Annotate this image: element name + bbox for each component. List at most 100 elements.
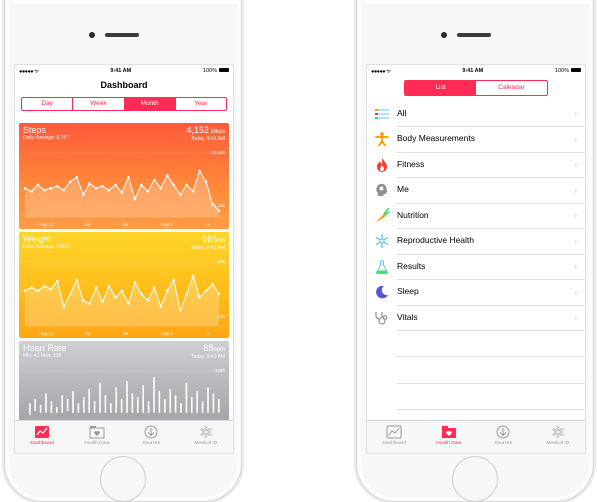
phone-right: ●●●●● ᯤ 9:41 AM 100% List Calendar All ›…	[356, 0, 594, 502]
weight-card[interactable]: Weight Daily Average: 166.5 165lbs Today…	[19, 232, 229, 338]
flask-icon	[375, 260, 389, 274]
heart-rate-range-bar	[180, 403, 182, 413]
list-item-reproductive-health[interactable]: Reproductive Health ›	[367, 229, 585, 255]
list-item-fitness[interactable]: Fitness ›	[367, 152, 585, 178]
health-data-screen: ●●●●● ᯤ 9:41 AM 100% List Calendar All ›…	[366, 64, 586, 454]
weight-last-label: 165	[217, 314, 225, 319]
page-title: Dashboard	[100, 80, 148, 90]
segment-year[interactable]: Year	[176, 98, 226, 110]
heart-rate-range-bar	[207, 387, 209, 413]
steps-point	[140, 183, 143, 187]
steps-point	[127, 176, 130, 179]
weight-point	[56, 279, 59, 283]
heart-rate-range-bar	[137, 397, 139, 413]
steps-point	[198, 169, 201, 173]
tab-health-data[interactable]: Health Data	[422, 421, 477, 453]
list-item-vitals[interactable]: Vitals ›	[367, 305, 585, 331]
steps-point	[191, 190, 195, 193]
tab-health-data[interactable]: Health Data	[70, 421, 125, 453]
weight-point	[140, 292, 143, 296]
dashboard-chart-icon	[35, 426, 50, 438]
sources-download-icon	[496, 425, 510, 439]
steps-point	[185, 183, 188, 187]
weight-point	[75, 278, 79, 282]
chevron-right-icon: ›	[574, 211, 577, 220]
steps-point	[114, 183, 117, 187]
tab-dashboard[interactable]: Dashboard	[367, 421, 422, 453]
steps-point	[88, 182, 91, 186]
list-item-label: Results	[397, 254, 585, 280]
segment-list[interactable]: List	[405, 81, 476, 95]
tab-medical-id[interactable]: Medical ID	[531, 421, 586, 453]
heart-rate-range-bar	[218, 399, 220, 413]
list-item-me[interactable]: Me ›	[367, 178, 585, 204]
heart-rate-range-bar	[77, 403, 80, 413]
stethoscope-icon	[375, 311, 388, 325]
heart-rate-timestamp: Today, 9:41 AM	[190, 354, 225, 360]
heart-rate-range-bar	[174, 395, 177, 413]
steps-last-label: 4,152	[213, 203, 225, 208]
status-bar: ●●●●● ᯤ 9:41 AM 100%	[15, 65, 233, 76]
earpiece-speaker	[105, 33, 139, 37]
battery-indicator: 100%	[203, 68, 229, 74]
heart-rate-range-bar	[201, 401, 204, 413]
status-time: 9:41 AM	[462, 67, 484, 74]
steps-point	[68, 180, 72, 184]
weight-point	[81, 299, 85, 302]
home-button[interactable]	[452, 456, 498, 502]
home-button[interactable]	[100, 456, 146, 502]
list-item-sleep[interactable]: Sleep ›	[367, 280, 585, 306]
weight-point	[127, 302, 130, 305]
list-item-label: Vitals	[397, 305, 585, 331]
weight-point	[146, 299, 150, 302]
steps-point	[101, 184, 104, 188]
status-bar: ●●●●● ᯤ 9:41 AM 100%	[367, 65, 585, 76]
list-item-label: Body Measurements	[397, 126, 585, 153]
heart-rate-range-bar	[66, 399, 69, 411]
segment-month[interactable]: Month	[124, 98, 176, 110]
heart-rate-range-bar	[34, 399, 36, 411]
heart-rate-range-bar	[45, 393, 47, 413]
front-camera	[441, 32, 447, 38]
tab-sources[interactable]: Sources	[124, 421, 179, 453]
steps-max-label: 13,648	[211, 150, 225, 155]
weight-point	[62, 305, 66, 309]
weight-x-label: 9	[207, 331, 210, 336]
list-item-nutrition[interactable]: Nutrition ›	[367, 203, 585, 229]
weight-point	[43, 285, 46, 288]
weight-x-label: 19	[85, 331, 91, 336]
chevron-right-icon: ›	[574, 160, 577, 169]
tab-sources[interactable]: Sources	[476, 421, 531, 453]
tab-medical-id[interactable]: Medical ID	[179, 421, 234, 453]
weight-point	[172, 278, 176, 282]
weight-x-label: 26	[123, 331, 129, 336]
list-item-body-measurements[interactable]: Body Measurements ›	[367, 127, 585, 153]
steps-point	[146, 190, 150, 193]
weight-point	[153, 286, 156, 289]
battery-indicator: 100%	[555, 68, 581, 74]
steps-point	[159, 186, 163, 190]
heart-rate-range-bar	[88, 389, 90, 413]
heart-rate-range-bar	[126, 381, 128, 413]
weight-point	[165, 289, 169, 293]
segment-week[interactable]: Week	[73, 98, 125, 110]
health-category-list: All › Body Measurements › Fitness › Me ›…	[367, 101, 585, 410]
segment-day[interactable]: Day	[22, 98, 74, 110]
list-item-all[interactable]: All ›	[367, 101, 585, 127]
steps-point	[49, 186, 53, 190]
chevron-right-icon: ›	[574, 185, 577, 195]
steps-point	[153, 178, 156, 182]
list-item-results[interactable]: Results ›	[367, 254, 585, 280]
steps-point	[165, 174, 169, 177]
heart-rate-value: 88bpm	[203, 343, 225, 353]
heart-rate-card[interactable]: Heart Rate Min: 41 Max: 138 88bpm Today,…	[19, 341, 229, 421]
heart-rate-range-bar	[120, 399, 123, 413]
empty-row	[397, 357, 585, 384]
heart-rate-range-bar	[99, 383, 101, 413]
tab-dashboard[interactable]: Dashboard	[15, 421, 70, 453]
steps-point	[217, 209, 221, 212]
steps-x-label: Aug 12	[39, 222, 54, 227]
segment-calendar[interactable]: Calendar	[476, 81, 547, 95]
steps-card[interactable]: Steps Daily Average: 8,757 4,152 steps T…	[19, 123, 229, 229]
heart-rate-range-bar	[104, 395, 107, 413]
